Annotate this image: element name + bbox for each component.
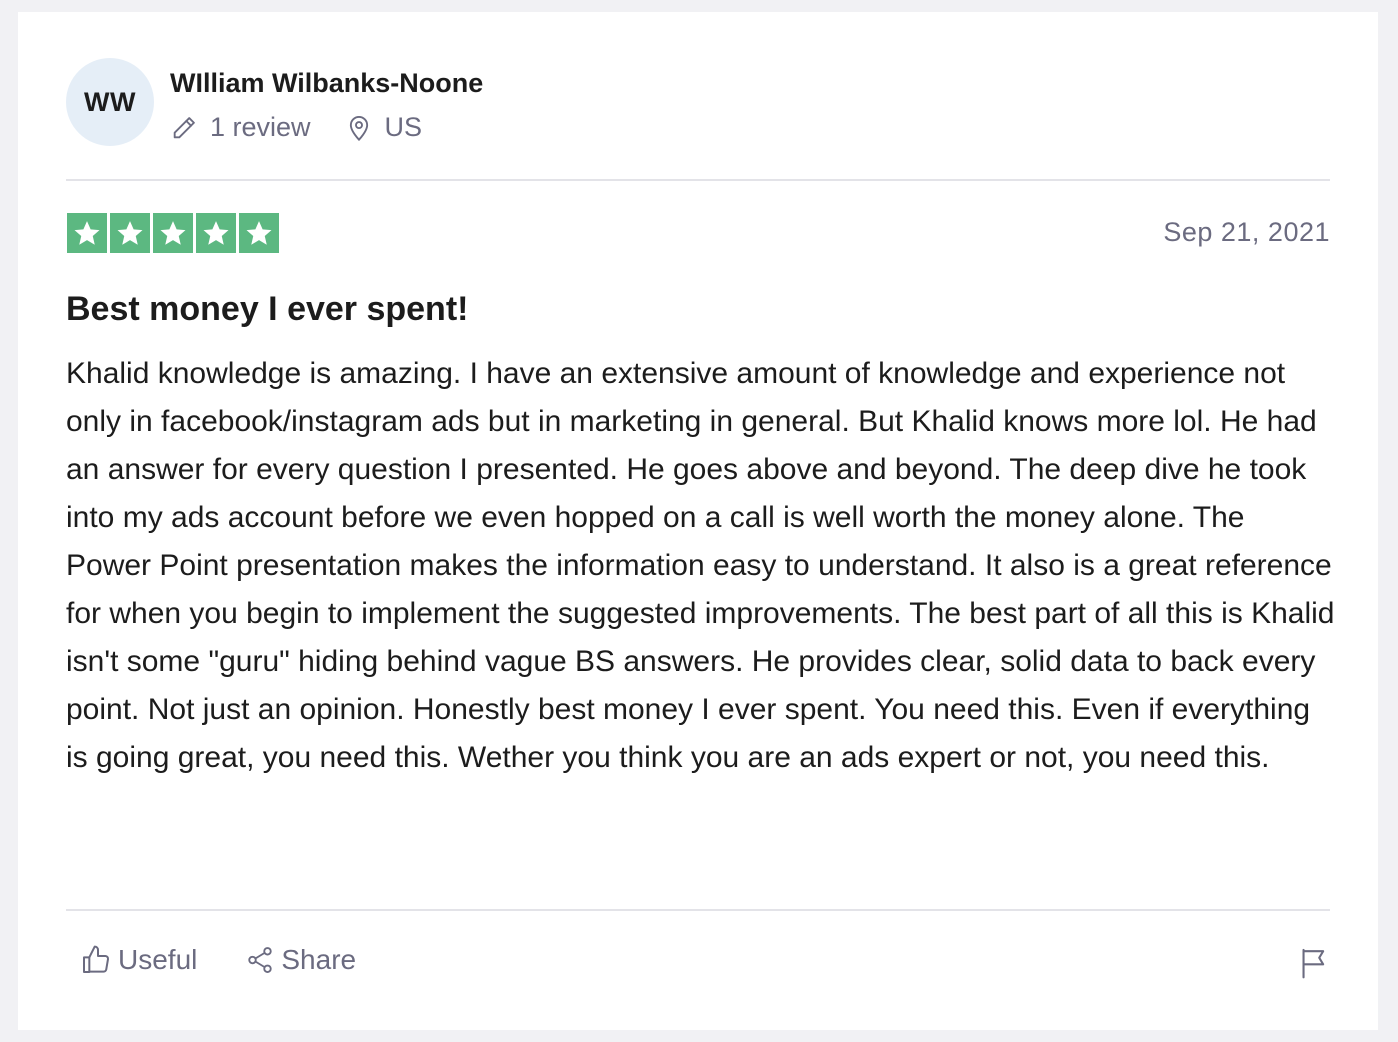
star-icon: [196, 213, 236, 253]
flag-icon: [1302, 948, 1325, 979]
location-pin-icon: [349, 115, 368, 141]
report-button[interactable]: [1298, 946, 1330, 985]
review-actions: Useful Share: [80, 944, 404, 976]
reviewer-header: WW WIlliam Wilbanks-Noone 1 review US: [66, 58, 483, 146]
reviewer-meta: 1 review US: [170, 112, 483, 143]
share-icon: [248, 947, 273, 973]
footer-divider: [66, 909, 1330, 911]
share-label: Share: [281, 944, 357, 975]
useful-label: Useful: [118, 944, 198, 975]
header-divider: [66, 179, 1330, 181]
useful-button[interactable]: Useful: [80, 944, 197, 976]
review-title[interactable]: Best money I ever spent!: [66, 290, 468, 329]
share-button[interactable]: Share: [245, 944, 356, 976]
star-icon: [67, 213, 107, 253]
star-icon: [239, 213, 279, 253]
reviewer-name[interactable]: WIlliam Wilbanks-Noone: [170, 66, 483, 100]
reviewer-info: WIlliam Wilbanks-Noone 1 review US: [170, 58, 483, 143]
review-count-label: 1 review: [210, 112, 311, 142]
star-icon: [153, 213, 193, 253]
review-body: Khalid knowledge is amazing. I have an e…: [66, 357, 1335, 774]
reviewer-country: US: [345, 112, 423, 143]
pencil-icon: [173, 116, 195, 138]
thumbs-up-icon: [83, 945, 109, 973]
country-label: US: [384, 112, 423, 142]
avatar[interactable]: WW: [66, 58, 154, 146]
review-count: 1 review: [170, 112, 311, 143]
star-rating: [67, 213, 282, 253]
star-icon: [110, 213, 150, 253]
review-date: Sep 21, 2021: [1163, 217, 1330, 247]
review-card: WW WIlliam Wilbanks-Noone 1 review US Se…: [18, 12, 1378, 1030]
